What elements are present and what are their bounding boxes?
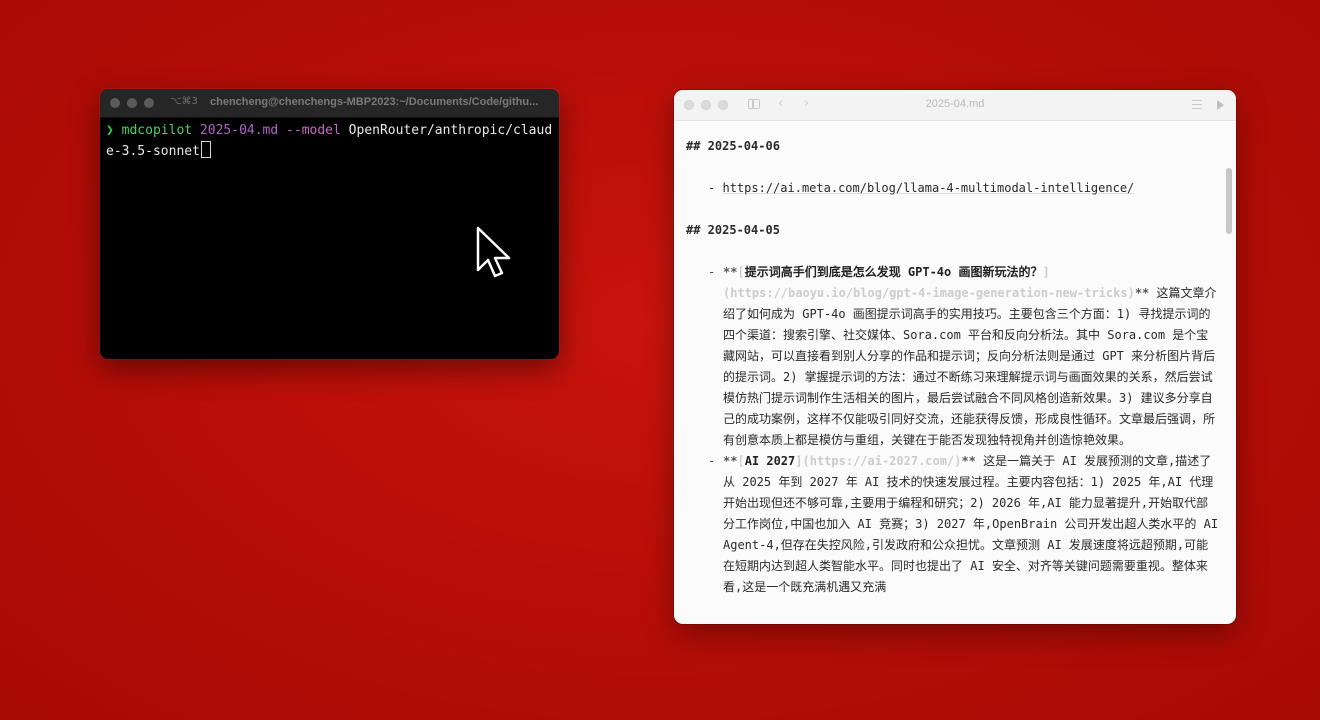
- markdown-content[interactable]: ## 2025-04-06 - https://ai.meta.com/blog…: [686, 120, 1220, 598]
- terminal-window[interactable]: ⌥⌘3 chencheng@chenchengs-MBP2023:~/Docum…: [100, 89, 559, 359]
- terminal-output[interactable]: ❯ mdcopilot 2025-04.md --model OpenRoute…: [100, 118, 559, 165]
- text-cursor: [200, 141, 211, 158]
- list-item: - https://ai.meta.com/blog/llama-4-multi…: [686, 178, 1220, 199]
- article-link[interactable]: ](https://ai-2027.com/): [795, 454, 961, 468]
- terminal-titlebar[interactable]: ⌥⌘3 chencheng@chenchengs-MBP2023:~/Docum…: [100, 89, 559, 118]
- article-list: - **[提示词高手们到底是怎么发现 GPT-4o 画图新玩法的？](https…: [686, 262, 1220, 598]
- editor-window[interactable]: ‹ › 2025-04.md ## 2025-04-06 - https://a…: [674, 90, 1236, 624]
- section-heading: ## 2025-04-06: [686, 139, 780, 153]
- list-dash: -: [708, 454, 716, 468]
- article-description: 这篇文章介绍了如何成为 GPT-4o 画图提示词高手的实用技巧。主要包含三个方面…: [723, 286, 1217, 447]
- command-name: mdcopilot: [121, 123, 193, 138]
- article-title: AI 2027: [744, 454, 796, 468]
- prompt-symbol: ❯: [106, 123, 114, 138]
- article-title: 提示词高手们到底是怎么发现 GPT-4o 画图新玩法的？: [744, 265, 1043, 279]
- keyboard-shortcut-hint: ⌥⌘3: [170, 96, 198, 107]
- bold-marker: **: [723, 454, 738, 468]
- section-heading: ## 2025-04-05: [686, 223, 780, 237]
- bold-marker: **: [961, 454, 976, 468]
- list-item: - **[AI 2027](https://ai-2027.com/)** 这是…: [686, 451, 1220, 598]
- bold-marker: **: [723, 265, 738, 279]
- play-icon[interactable]: [1217, 100, 1224, 110]
- window-controls: [110, 98, 154, 108]
- url-link[interactable]: https://ai.meta.com/blog/llama-4-multimo…: [722, 181, 1134, 195]
- bracket-marker: [: [737, 454, 745, 468]
- list-dash: -: [708, 181, 716, 195]
- mouse-cursor-icon: [476, 226, 511, 278]
- editor-titlebar[interactable]: ‹ › 2025-04.md: [674, 90, 1236, 121]
- list-dash: -: [708, 265, 716, 279]
- outline-list-icon[interactable]: [1192, 100, 1202, 109]
- zoom-button[interactable]: [144, 98, 154, 108]
- terminal-title: chencheng@chenchengs-MBP2023:~/Documents…: [210, 96, 539, 108]
- bold-marker: **: [1134, 286, 1150, 300]
- minimize-button[interactable]: [127, 98, 137, 108]
- command-flag: --model: [286, 123, 341, 138]
- close-button[interactable]: [110, 98, 120, 108]
- bracket-marker: [: [737, 265, 745, 279]
- list-item: - **[提示词高手们到底是怎么发现 GPT-4o 画图新玩法的？](https…: [686, 262, 1220, 451]
- command-file-arg: 2025-04.md: [199, 123, 279, 138]
- editor-document-title: 2025-04.md: [925, 98, 985, 110]
- vertical-scrollbar[interactable]: [1226, 168, 1232, 234]
- article-description: 这是一篇关于 AI 发展预测的文章,描述了从 2025 年到 2027 年 AI…: [723, 454, 1219, 594]
